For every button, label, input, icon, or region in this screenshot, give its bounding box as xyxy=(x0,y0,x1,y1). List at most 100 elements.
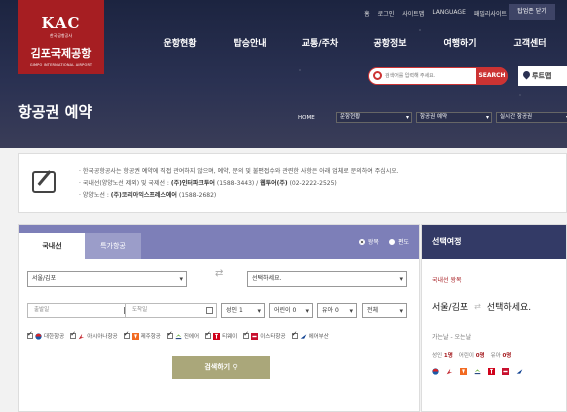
breadcrumb-select-2[interactable]: 항공권 예약 xyxy=(416,112,492,123)
radio-one-way[interactable]: 편도 xyxy=(388,237,409,246)
checkbox-checked-icon xyxy=(166,330,173,339)
search-button[interactable]: SEARCH xyxy=(476,67,508,85)
radio-round-trip[interactable]: 왕복 xyxy=(358,237,379,246)
notice-line-1: 한국공항공사는 항공권 예약에 직접 관여하지 않으며, 예약, 문의 및 불편… xyxy=(79,166,399,178)
notice-box: 한국공항공사는 항공권 예약에 직접 관여하지 않으며, 예약, 문의 및 불편… xyxy=(18,153,567,213)
summary-date: 가는날 - 오는날 xyxy=(432,334,472,341)
child-select[interactable]: 어린이 0 xyxy=(269,303,313,318)
util-family-site[interactable]: 패밀리사이트 xyxy=(474,9,507,18)
airline-label: 이스타항공 xyxy=(260,334,286,340)
korean-air-logo-icon xyxy=(35,332,42,340)
depart-date-field[interactable]: 출발일 xyxy=(27,303,135,318)
summary-origin: 서울/김포 xyxy=(432,303,469,313)
summary-child-label: 어린이 xyxy=(458,353,474,359)
airline-jeju-air[interactable]: 제주항공 xyxy=(123,330,161,340)
summary-adult: 성인 1명 xyxy=(432,351,453,359)
radio-one-way-label: 편도 xyxy=(397,239,409,246)
notice-line-2-prefix: 국내선(양양노선 제외) 및 국제선 : xyxy=(82,180,171,187)
origin-select[interactable]: 서울/김포 xyxy=(27,271,187,287)
tway-logo-icon xyxy=(213,332,221,340)
airline-tway[interactable]: 티웨이 xyxy=(205,330,238,340)
checkbox-checked-icon xyxy=(27,330,33,339)
checkbox-checked-icon xyxy=(291,330,298,339)
nav-boarding[interactable]: 탑승안내 xyxy=(215,36,285,49)
jeju-air-logo-icon xyxy=(131,332,139,340)
asiana-logo-icon xyxy=(446,368,453,375)
search-icon xyxy=(373,71,382,80)
airline-label: 티웨이 xyxy=(222,334,238,340)
airline-air-busan[interactable]: 에어부산 xyxy=(291,330,329,340)
util-home[interactable]: 홈 xyxy=(364,9,370,18)
radio-round-trip-label: 왕복 xyxy=(367,239,379,246)
airline-label: 대한항공 xyxy=(44,334,65,340)
checkbox-checked-icon xyxy=(205,330,212,339)
search-input[interactable] xyxy=(385,70,465,82)
notice-tel-1: (1588-3443) / xyxy=(214,180,261,187)
summary-airline-logos xyxy=(432,368,523,375)
summary-infant-label: 유아 xyxy=(490,353,501,359)
util-login[interactable]: 로그인 xyxy=(378,9,395,18)
notice-agency-2: 웹투어(주) xyxy=(260,180,288,187)
summary-trip-kind: 국내선 왕복 xyxy=(432,277,462,284)
close-all-button[interactable]: 탑업존 닫기 xyxy=(509,4,555,20)
airline-jin-air[interactable]: 진에어 xyxy=(166,330,200,340)
notice-tel-2: (02-2222-2525) xyxy=(287,180,337,187)
logo-abbr: KAC xyxy=(41,14,81,32)
airline-label: 진에어 xyxy=(183,334,200,340)
breadcrumb-select-3[interactable]: 실시간 항공권 xyxy=(496,112,567,123)
summary-infant: 유아 0명 xyxy=(491,351,512,359)
korean-air-logo-icon xyxy=(432,368,439,375)
tway-logo-icon xyxy=(488,368,495,375)
utility-links: 홈 로그인 사이트맵 LANGUAGE 패밀리사이트 xyxy=(364,9,507,18)
adult-select[interactable]: 성인 1 xyxy=(221,303,265,318)
airline-asiana[interactable]: 아시아나항공 xyxy=(70,330,118,340)
arrive-date-field[interactable]: 도착일 xyxy=(125,303,217,318)
nav-customer-center[interactable]: 고객센터 xyxy=(495,36,565,49)
search-icon: ⚲ xyxy=(232,363,238,371)
tab-special-fare[interactable]: 특가항공 xyxy=(85,233,141,259)
airline-korean-air[interactable]: 대한항공 xyxy=(27,330,65,340)
cabin-select[interactable]: 전체 xyxy=(362,303,407,318)
airline-label: 에어부산 xyxy=(308,334,329,340)
flight-search-label: 검색하기 xyxy=(204,363,231,371)
tab-domestic[interactable]: 국내선 xyxy=(19,233,85,259)
flight-search-button[interactable]: 검색하기 ⚲ xyxy=(172,356,270,379)
nav-travel[interactable]: 여행하기 xyxy=(425,36,495,49)
swap-icon[interactable]: ⇄ xyxy=(215,269,223,279)
air-busan-logo-icon xyxy=(516,369,523,374)
logo-eng: GIMPO INTERNATIONAL AIRPORT xyxy=(29,63,93,67)
tab-bar: 국내선 특가항공 왕복 편도 xyxy=(19,225,419,259)
route-map-label: 루트맵 xyxy=(532,72,552,80)
notice-tel-3: (1588-2682) xyxy=(176,192,217,199)
air-busan-logo-icon xyxy=(300,333,306,339)
destination-select[interactable]: 선택하세요. xyxy=(247,271,407,287)
itinerary-summary: 선택여정 국내선 왕복 서울/김포 ⇄ 선택하세요. 가는날 - 오는날 성인 … xyxy=(421,224,567,412)
summary-title: 선택여정 xyxy=(422,225,566,259)
asiana-logo-icon xyxy=(78,333,85,339)
jin-air-logo-icon xyxy=(175,333,182,339)
breadcrumb-home[interactable]: HOME xyxy=(298,115,332,121)
summary-route: 서울/김포 ⇄ 선택하세요. xyxy=(432,300,531,313)
depart-date-placeholder: 출발일 xyxy=(34,307,50,313)
nav-flight-status[interactable]: 운항현황 xyxy=(145,36,215,49)
route-map-button[interactable]: 루트맵 xyxy=(518,66,567,86)
airline-eastar[interactable]: 이스타항공 xyxy=(243,330,286,340)
radio-on-icon xyxy=(358,238,365,245)
radio-off-icon xyxy=(388,238,395,245)
calendar-icon xyxy=(206,307,213,314)
page-title: 항공권 예약 xyxy=(18,103,93,121)
notice-agency-1: (주)인터파크투어 xyxy=(170,180,215,187)
util-sitemap[interactable]: 사이트맵 xyxy=(402,9,424,18)
nav-airport-info[interactable]: 공항정보 xyxy=(355,36,425,49)
checkbox-checked-icon xyxy=(123,330,130,339)
summary-destination: 선택하세요. xyxy=(486,303,532,313)
nav-transport[interactable]: 교통/주차 xyxy=(285,36,355,49)
breadcrumb-select-1[interactable]: 운항현황 xyxy=(336,112,412,123)
summary-child-count: 0명 xyxy=(475,353,485,359)
infant-select[interactable]: 유아 0 xyxy=(317,303,357,318)
airline-filter: 대한항공 아시아나항공 제주항공 진에어 티웨이 이스타항공 에어부산 xyxy=(27,330,329,340)
util-language[interactable]: LANGUAGE xyxy=(432,9,466,18)
logo[interactable]: KAC 한국공항공사 김포국제공항 GIMPO INTERNATIONAL AI… xyxy=(18,0,104,74)
summary-adult-label: 성인 xyxy=(432,353,443,359)
eastar-logo-icon xyxy=(251,332,259,340)
